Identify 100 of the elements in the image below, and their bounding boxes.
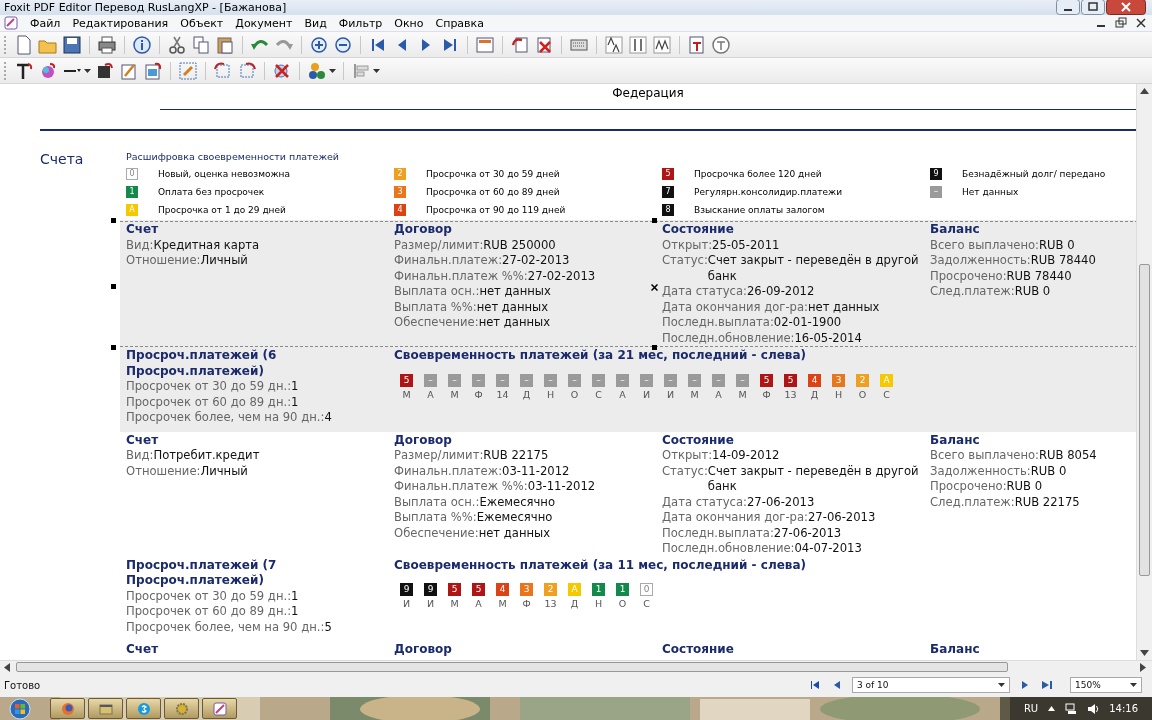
- first-page-icon[interactable]: [808, 678, 822, 692]
- menu-item[interactable]: Вид: [304, 16, 327, 30]
- pen-icon[interactable]: [211, 700, 228, 717]
- columns-icon[interactable]: [628, 34, 648, 55]
- scroll-thumb[interactable]: [1139, 264, 1150, 576]
- status-badge: –: [712, 373, 725, 387]
- speaker-icon[interactable]: [1087, 702, 1100, 715]
- field-label: Обеспечение:: [394, 315, 479, 331]
- language-indicator[interactable]: RU: [1023, 703, 1039, 714]
- network-icon[interactable]: [1065, 702, 1078, 715]
- menu-item[interactable]: Документ: [235, 16, 293, 30]
- menu-item[interactable]: Справка: [435, 16, 484, 30]
- minimize-icon[interactable]: [1056, 0, 1080, 15]
- month-label: 13: [784, 388, 797, 400]
- month-label: С: [883, 388, 890, 400]
- form-icon[interactable]: [475, 34, 495, 55]
- zoom-field[interactable]: 150%: [1070, 677, 1142, 693]
- field-label: Просрочек от 30 до 59 дн.:: [126, 379, 292, 395]
- menu-item[interactable]: Редактирования: [72, 16, 169, 30]
- last-page-icon[interactable]: [1040, 678, 1054, 692]
- scroll-right-icon[interactable]: [1140, 662, 1146, 672]
- menu-item[interactable]: Фильтр: [338, 16, 383, 30]
- dropdown-arrow-icon[interactable]: [1130, 683, 1137, 687]
- selection-handle[interactable]: [111, 218, 116, 223]
- scroll-up-icon[interactable]: [1140, 88, 1149, 94]
- selection-handle[interactable]: [111, 284, 116, 289]
- text-page-icon[interactable]: [687, 34, 707, 55]
- zoom-out-icon[interactable]: [333, 34, 353, 55]
- status-badge: –: [496, 373, 509, 387]
- selection-handle[interactable]: [111, 345, 116, 350]
- printer-icon[interactable]: [97, 34, 117, 55]
- paste-icon[interactable]: [215, 34, 235, 55]
- field-value: 03-11-2012: [502, 463, 570, 479]
- app-icon[interactable]: [4, 16, 18, 30]
- rotate-left-icon[interactable]: [213, 60, 233, 81]
- copy-icon[interactable]: [191, 34, 211, 55]
- field-value: RUB 8054: [1039, 448, 1097, 464]
- status-badge: –: [448, 373, 461, 387]
- close-icon[interactable]: [1134, 17, 1148, 29]
- field-label: Дата статуса:: [662, 494, 747, 510]
- legend-label: Взыскание оплаты залогом: [694, 205, 825, 215]
- month-label: Д: [810, 388, 819, 400]
- month-label: Ф: [522, 598, 531, 609]
- field-value: RUB 22175: [1014, 494, 1080, 510]
- selection-handle[interactable]: [652, 345, 657, 350]
- text-tool-icon[interactable]: [14, 60, 34, 81]
- close-icon[interactable]: [1106, 0, 1146, 15]
- info-icon[interactable]: [132, 34, 152, 55]
- dropdown-arrow-icon[interactable]: [329, 68, 336, 73]
- scroll-down-icon[interactable]: [1140, 650, 1149, 656]
- tray-arrow-icon[interactable]: [1048, 706, 1056, 711]
- text-size-icon[interactable]: [604, 34, 624, 55]
- select-pen-icon[interactable]: [178, 60, 198, 81]
- field-label: Выплата осн.:: [394, 284, 480, 300]
- field-value: RUB 78440: [1030, 253, 1096, 269]
- rotate-right-icon[interactable]: [237, 60, 257, 81]
- stamp-icon[interactable]: [711, 34, 731, 55]
- image-page-icon[interactable]: [143, 60, 163, 81]
- status-badge: 2: [394, 168, 406, 180]
- field-value: RUB 0: [1014, 284, 1051, 300]
- selection-handle[interactable]: [652, 218, 657, 223]
- dropdown-arrow-icon[interactable]: [373, 68, 380, 73]
- scroll-left-icon[interactable]: [4, 662, 10, 672]
- field-value: 27-06-2013: [807, 510, 876, 526]
- status-badge: 2: [856, 373, 869, 387]
- new-page-icon[interactable]: [14, 34, 34, 55]
- menu-item[interactable]: Объект: [180, 16, 224, 30]
- field-label: Задолженность:: [930, 253, 1031, 269]
- status-badge: 5: [784, 373, 797, 387]
- field-label: Просрочек от 30 до 59 дн.:: [126, 588, 292, 604]
- shapes-icon[interactable]: [307, 60, 327, 81]
- start-button-icon[interactable]: [8, 697, 32, 720]
- dropdown-arrow-icon[interactable]: [84, 68, 91, 73]
- month-label: М: [690, 388, 699, 400]
- menu-item[interactable]: Файл: [30, 16, 61, 30]
- delete-page-icon[interactable]: [534, 34, 554, 55]
- menu-item[interactable]: Окно: [394, 16, 424, 30]
- restore-icon[interactable]: [1114, 17, 1128, 29]
- account-block[interactable]: Счет Договор Состояние Баланс: [120, 641, 1136, 660]
- clock[interactable]: 14:16: [1109, 703, 1138, 714]
- field-value: 4: [324, 410, 332, 426]
- spacing-icon[interactable]: [652, 34, 672, 55]
- field-value: 27-06-2013: [773, 525, 842, 541]
- gear-icon[interactable]: [173, 700, 190, 717]
- shape-icon[interactable]: [95, 60, 115, 81]
- page-number-field[interactable]: 3 of 10: [852, 677, 1010, 693]
- history-title: Своевременность платежей (за 21 мес, последний - слева): [394, 348, 807, 364]
- field-value: 03-11-2012: [527, 479, 596, 495]
- horizontal-scrollbar[interactable]: [0, 660, 1152, 673]
- scroll-thumb[interactable]: [16, 662, 1008, 672]
- field-label: Размер/лимит:: [394, 237, 484, 253]
- dropdown-arrow-icon[interactable]: [998, 683, 1005, 687]
- save-icon[interactable]: [62, 34, 82, 55]
- cut-icon[interactable]: [167, 34, 187, 55]
- firefox-icon[interactable]: [59, 700, 76, 717]
- status-badge: 5: [760, 373, 773, 387]
- zoom-in-icon[interactable]: [309, 34, 329, 55]
- page-arrow-icon[interactable]: [510, 34, 530, 55]
- vertical-scrollbar[interactable]: [1136, 84, 1152, 660]
- maximize-icon[interactable]: [1081, 0, 1105, 15]
